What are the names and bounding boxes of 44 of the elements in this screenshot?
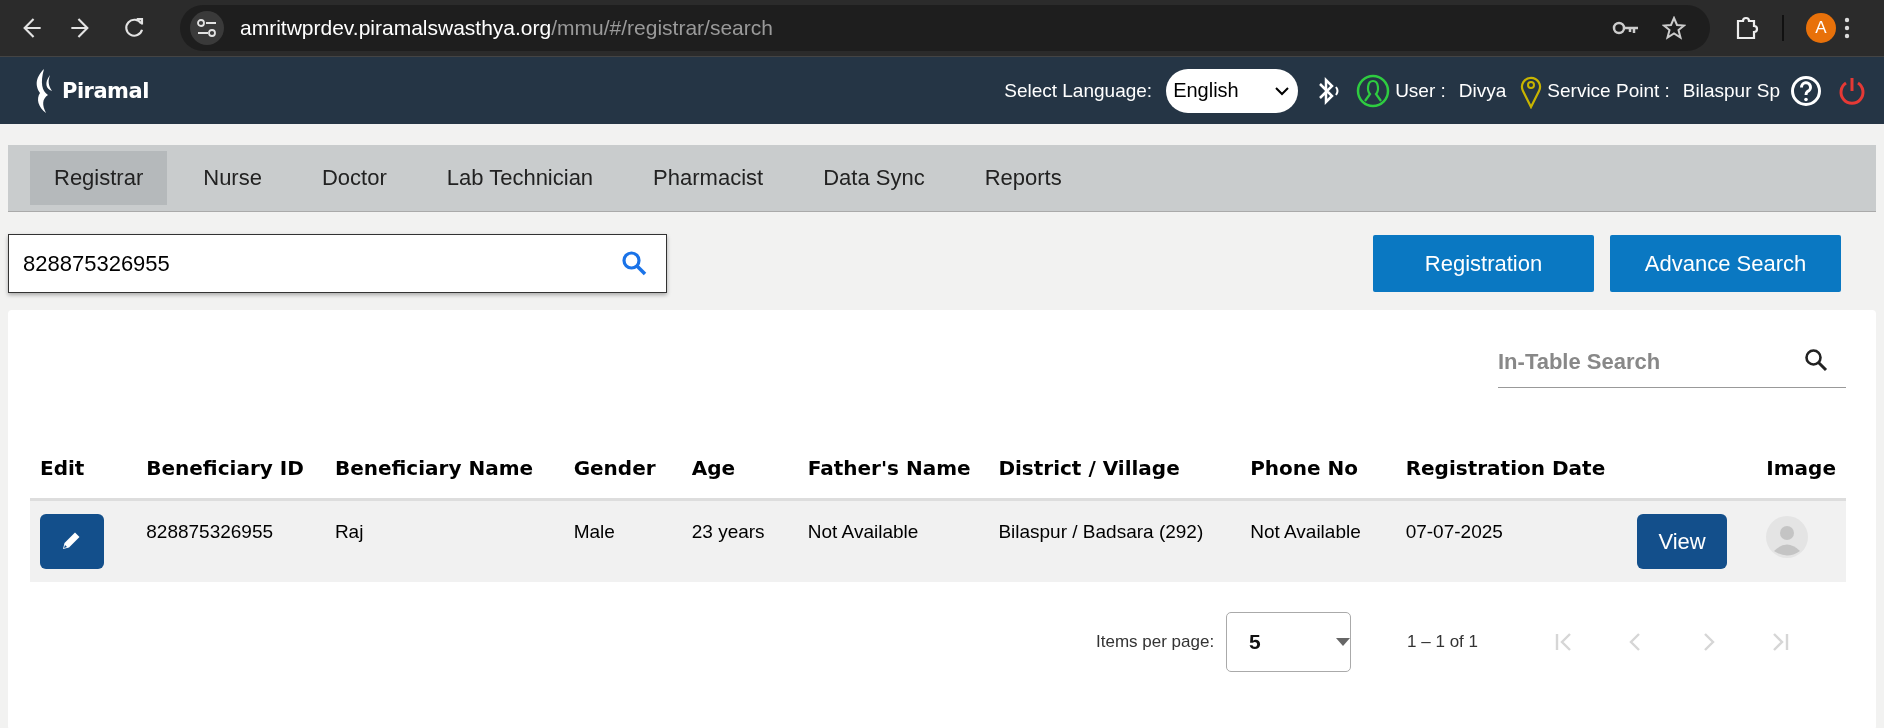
search-icon[interactable] bbox=[1804, 348, 1828, 372]
user-icon bbox=[1356, 73, 1391, 108]
service-point-name: Bilaspur Sp bbox=[1682, 79, 1780, 102]
registration-button[interactable]: Registration bbox=[1373, 235, 1594, 292]
user-label: User : bbox=[1395, 79, 1446, 102]
nav-tab[interactable]: Data Sync bbox=[799, 151, 949, 205]
edit-button[interactable] bbox=[40, 514, 104, 569]
nav-tab[interactable]: Doctor bbox=[297, 151, 411, 205]
table-cell-text: 828875326955 bbox=[146, 520, 274, 543]
table-cell-text: 23 years bbox=[691, 520, 765, 543]
nav-tab[interactable]: Registrar bbox=[30, 151, 168, 205]
help-icon[interactable] bbox=[1790, 74, 1822, 107]
nav-tab[interactable]: Nurse bbox=[179, 151, 286, 205]
table-cell-text: Bilaspur / Badsara (292) bbox=[998, 520, 1204, 543]
table-cell-text: Not Available bbox=[807, 520, 919, 543]
table-cell-text: 07-07-2025 bbox=[1405, 520, 1503, 543]
page-size-select[interactable]: 5 bbox=[1226, 612, 1352, 672]
nav-tab[interactable]: Pharmacist bbox=[629, 151, 788, 205]
search-field[interactable]: 828875326955 bbox=[8, 234, 667, 293]
chevron-down-icon bbox=[1274, 85, 1291, 96]
advance-search-button[interactable]: Advance Search bbox=[1610, 235, 1841, 292]
logo-text: Piramal bbox=[62, 78, 149, 103]
site-settings-icon[interactable] bbox=[197, 19, 217, 37]
table-cell-text: Raj bbox=[334, 520, 364, 543]
nav-tab[interactable]: Reports bbox=[960, 151, 1086, 205]
table-cell-text: Not Available bbox=[1250, 520, 1361, 543]
page-range: 1 – 1 of 1 bbox=[1407, 632, 1478, 652]
puzzle-piece-icon[interactable] bbox=[1734, 15, 1760, 41]
more-menu-icon[interactable] bbox=[1844, 17, 1850, 39]
bookmark-star-icon[interactable] bbox=[1662, 16, 1686, 40]
language-select[interactable]: English bbox=[1166, 68, 1299, 113]
service-point-label: Service Point : bbox=[1547, 79, 1670, 102]
dropdown-arrow-icon bbox=[1336, 638, 1351, 646]
items-per-page-label: Items per page: bbox=[1096, 632, 1215, 652]
nav-tab[interactable]: Lab Technician bbox=[422, 151, 618, 205]
table-search-field[interactable]: In-Table Search bbox=[1498, 336, 1846, 388]
language-label: Select Language: bbox=[1004, 79, 1153, 102]
address-bar[interactable]: amritwprdev.piramalswasthya.org/mmu/#/registrar/search bbox=[180, 5, 1710, 51]
key-icon[interactable] bbox=[1612, 20, 1640, 36]
user-name: Divya bbox=[1458, 79, 1507, 102]
avatar-placeholder-icon bbox=[1766, 516, 1809, 558]
url-text[interactable]: amritwprdev.piramalswasthya.org/mmu/#/registrar/search bbox=[240, 16, 773, 40]
table-cell-text: Male bbox=[573, 520, 615, 543]
view-button[interactable]: View bbox=[1637, 514, 1728, 569]
